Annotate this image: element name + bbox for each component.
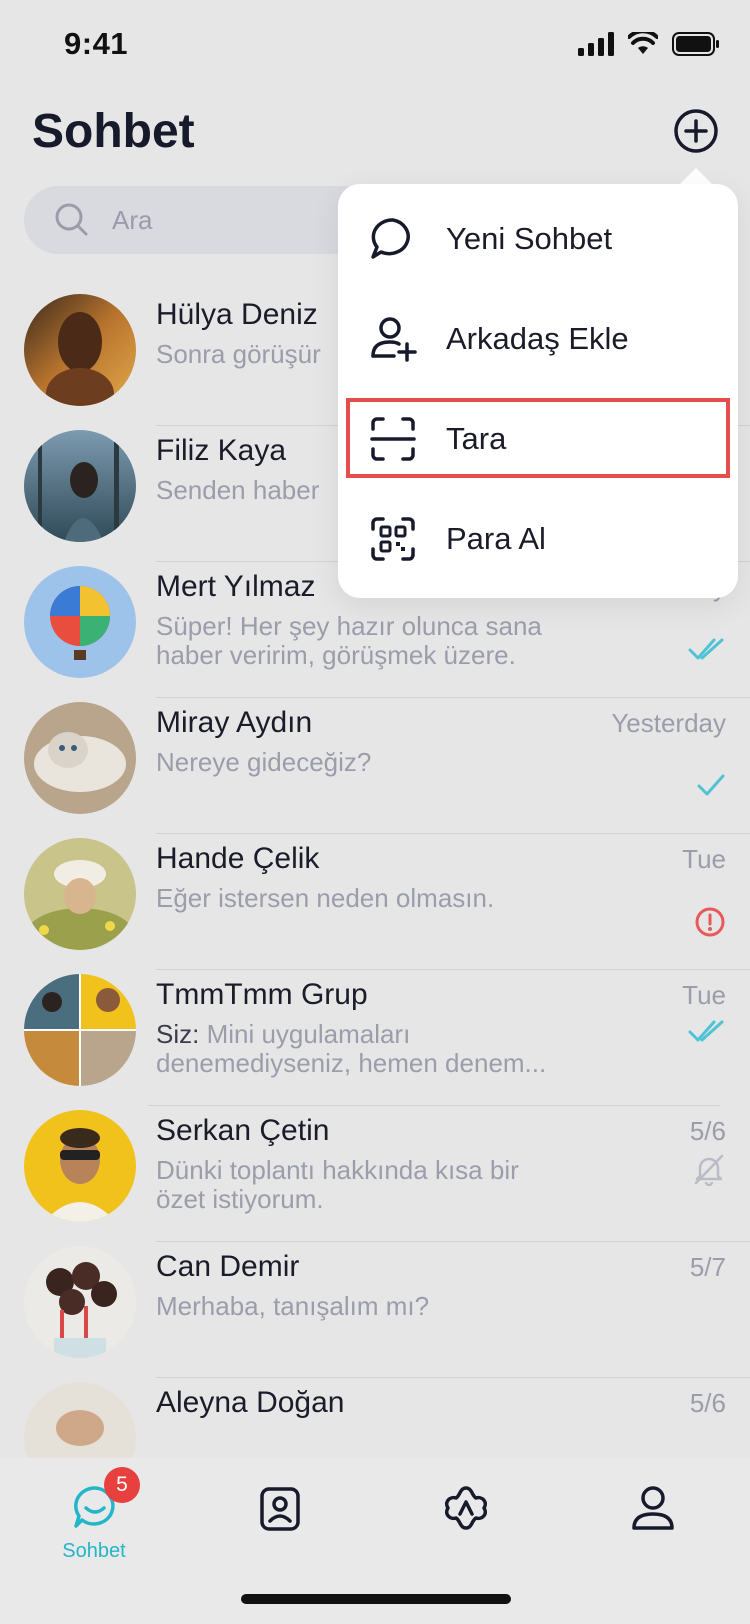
chat-name: TmmTmm Grup xyxy=(156,978,368,1011)
tab-profile[interactable] xyxy=(592,1478,712,1568)
chat-preview: Dünki toplantı hakkında kısa bir özet is… xyxy=(156,1155,519,1214)
chat-sender: Siz: xyxy=(156,1019,200,1049)
search-input[interactable]: Ara xyxy=(112,205,152,236)
check-icon xyxy=(697,774,725,796)
signal-icon xyxy=(578,32,614,56)
error-icon xyxy=(695,907,725,937)
chat-row-serkan[interactable]: Serkan Çetin Dünki toplantı hakkında kıs… xyxy=(0,1102,750,1242)
avatar xyxy=(24,838,136,950)
chat-name: Aleyna Doğan xyxy=(156,1386,345,1419)
chat-name: Hülya Deniz xyxy=(156,298,318,331)
chat-preview: Siz: Mini uygulamaları denemediyseniz, h… xyxy=(156,1020,596,1078)
home-indicator xyxy=(241,1594,511,1604)
chat-row-miray[interactable]: Miray Aydın Nereye gideceğiz? Yesterday xyxy=(0,694,750,834)
chat-time: Yesterday xyxy=(611,708,726,738)
chat-preview: Eğer istersen neden olmasın. xyxy=(156,883,495,913)
tab-contacts[interactable] xyxy=(220,1478,340,1568)
chat-preview-text: Mini uygulamaları denemediyseniz, hemen … xyxy=(156,1019,547,1078)
avatar xyxy=(24,1246,136,1358)
wifi-icon xyxy=(628,32,658,54)
avatar xyxy=(24,974,136,1086)
add-button[interactable] xyxy=(673,108,719,154)
chat-time: Tue xyxy=(682,844,726,874)
chat-name: Mert Yılmaz xyxy=(156,570,316,603)
chat-time: Tue xyxy=(682,980,726,1010)
chat-name: Filiz Kaya xyxy=(156,434,287,467)
search-icon xyxy=(55,203,88,236)
chat-time: 5/7 xyxy=(689,1252,726,1282)
add-menu: Yeni Sohbet Arkadaş Ekle Tara Para Al xyxy=(338,184,738,598)
chat-name: Can Demir xyxy=(156,1250,300,1283)
avatar xyxy=(24,430,136,542)
unread-badge: 5 xyxy=(104,1467,140,1503)
chat-row-group[interactable]: TmmTmm Grup Siz: Mini uygulamaları denem… xyxy=(0,966,750,1106)
chat-name: Hande Çelik xyxy=(156,842,320,875)
chat-time: 5/6 xyxy=(689,1388,726,1418)
status-time: 9:41 xyxy=(64,26,129,61)
avatar xyxy=(24,1110,136,1222)
page-title: Sohbet xyxy=(32,105,195,158)
battery-icon xyxy=(672,32,719,56)
avatar xyxy=(24,702,136,814)
discover-icon xyxy=(444,1486,488,1530)
add-user-icon xyxy=(371,317,417,362)
chat-preview: Süper! Her şey hazır olunca sana haber v… xyxy=(156,611,542,670)
chat-name: Miray Aydın xyxy=(156,706,313,739)
status-bar: 9:41 xyxy=(0,0,750,96)
qr-code-icon xyxy=(371,517,415,561)
menu-label: Yeni Sohbet xyxy=(446,221,613,256)
profile-icon xyxy=(632,1486,674,1530)
avatar xyxy=(24,566,136,678)
menu-item-add-friend[interactable]: Arkadaş Ekle xyxy=(338,296,738,382)
status-icons xyxy=(578,32,720,56)
chat-time: 5/6 xyxy=(689,1116,726,1146)
menu-item-new-chat[interactable]: Yeni Sohbet xyxy=(338,196,738,282)
chat-bubble-icon xyxy=(371,218,410,259)
selection-highlight xyxy=(346,398,730,478)
chat-name: Serkan Çetin xyxy=(156,1114,330,1147)
tab-label: Sohbet xyxy=(62,1540,126,1562)
tab-discover[interactable] xyxy=(406,1478,526,1568)
chat-row-can[interactable]: Can Demir Merhaba, tanışalım mı? 5/7 xyxy=(0,1238,750,1378)
chat-row-hande[interactable]: Hande Çelik Eğer istersen neden olmasın.… xyxy=(0,830,750,970)
muted-bell-icon xyxy=(694,1154,724,1186)
menu-label: Para Al xyxy=(446,521,546,556)
double-check-icon xyxy=(688,638,724,660)
chat-preview: Merhaba, tanışalım mı? xyxy=(156,1291,430,1321)
chat-preview: Nereye gideceğiz? xyxy=(156,747,372,777)
contacts-icon xyxy=(260,1487,300,1531)
menu-item-receive-money[interactable]: Para Al xyxy=(338,496,738,582)
menu-label: Arkadaş Ekle xyxy=(446,321,629,356)
double-check-icon xyxy=(688,1020,724,1042)
avatar xyxy=(24,294,136,406)
